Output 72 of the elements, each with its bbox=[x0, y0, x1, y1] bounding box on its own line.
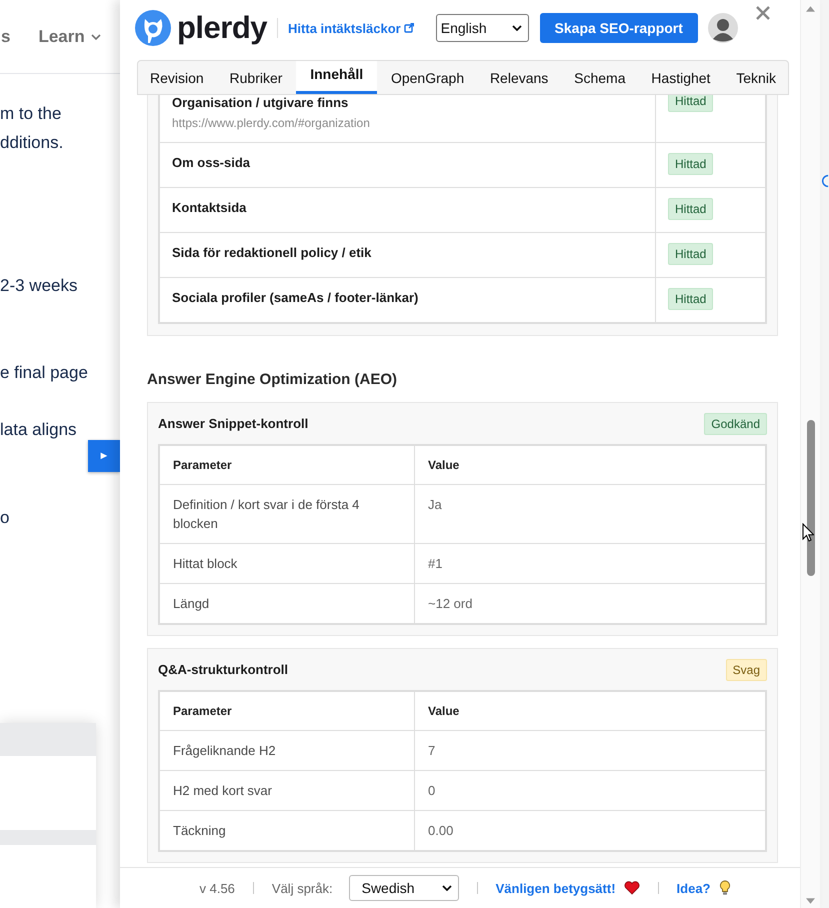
page-text: lata aligns bbox=[0, 419, 78, 441]
tab[interactable]: OpenGraph bbox=[378, 61, 476, 94]
scroll-up-icon[interactable] bbox=[806, 6, 815, 12]
language-select[interactable]: Swedish bbox=[348, 875, 459, 901]
status-badge: Hittad bbox=[668, 288, 714, 310]
lightbulb-icon bbox=[718, 880, 730, 896]
card-title: Q&A-strukturkontroll bbox=[158, 662, 288, 677]
logo-text: plerdy bbox=[177, 10, 268, 46]
expand-button[interactable]: ► bbox=[88, 440, 120, 472]
table-cell: Definition / kort svar i de första 4 blocken bbox=[160, 485, 415, 543]
language-select[interactable]: English bbox=[436, 14, 529, 42]
tab[interactable]: Schema bbox=[562, 61, 638, 94]
column-header: Parameter bbox=[160, 692, 415, 730]
heart-icon bbox=[624, 881, 640, 895]
chevron-down-icon bbox=[90, 34, 101, 40]
tab[interactable]: Revision bbox=[138, 61, 216, 94]
tab[interactable]: Innehåll bbox=[296, 61, 378, 94]
tab[interactable]: Hastighet bbox=[639, 61, 722, 94]
arc-icon bbox=[820, 173, 829, 189]
language-label: Välj språk: bbox=[272, 880, 333, 896]
page-text: e final page bbox=[0, 362, 89, 384]
revenue-leaks-link[interactable]: Hitta intäktsläckor bbox=[288, 20, 414, 36]
check-label: Om oss-sida bbox=[172, 155, 252, 170]
check-label: Sida för redaktionell policy / etik bbox=[172, 245, 372, 260]
rate-link[interactable]: Vänligen betygsätt! bbox=[496, 880, 616, 896]
version-text: v 4.56 bbox=[199, 880, 235, 896]
status-badge: Hittad bbox=[668, 153, 714, 175]
page-text: 2-3 weeks bbox=[0, 275, 78, 297]
table-cell: Hittat block bbox=[160, 544, 415, 583]
table-cell-text: #1 bbox=[427, 555, 444, 573]
tab[interactable]: Relevans bbox=[478, 61, 560, 94]
check-label: Sociala profiler (sameAs / footer-länkar) bbox=[172, 290, 420, 305]
column-header: Parameter bbox=[160, 446, 415, 484]
owl-logo-icon bbox=[135, 10, 171, 46]
table-cell-text: ~12 ord bbox=[427, 595, 474, 613]
table-cell-text: 0 bbox=[427, 782, 436, 800]
table-cell: Täckning bbox=[160, 811, 415, 850]
close-icon[interactable] bbox=[756, 6, 770, 20]
check-label: Organisation / utgivare finns bbox=[172, 95, 350, 110]
scroll-down-icon[interactable] bbox=[806, 898, 815, 904]
table-cell-text: Ja bbox=[427, 496, 443, 514]
page-text: m to the bbox=[0, 103, 62, 125]
status-badge: Hittad bbox=[668, 198, 714, 220]
tab[interactable]: Teknik bbox=[724, 61, 788, 94]
column-header: Value bbox=[427, 457, 460, 474]
external-link-icon bbox=[404, 23, 414, 33]
nav-menu-item[interactable]: s bbox=[1, 26, 10, 46]
table-cell: Längd bbox=[160, 584, 415, 623]
table-cell-text: 0.00 bbox=[427, 822, 454, 840]
card-title: Answer Snippet-kontroll bbox=[158, 416, 308, 431]
status-badge: Hittad bbox=[668, 243, 714, 265]
mouse-cursor-icon bbox=[802, 523, 814, 542]
avatar-icon[interactable] bbox=[708, 13, 738, 43]
table-cell-text: 7 bbox=[427, 742, 436, 760]
tab[interactable]: Rubriker bbox=[218, 61, 294, 94]
create-report-button[interactable]: Skapa SEO-rapport bbox=[540, 13, 698, 43]
section-title: Answer Engine Optimization (AEO) bbox=[147, 370, 398, 390]
nav-menu-item[interactable]: Learn bbox=[38, 26, 101, 46]
check-url: https://www.plerdy.com/#organization bbox=[172, 116, 371, 130]
status-badge: Hittad bbox=[668, 95, 714, 112]
column-header: Value bbox=[427, 703, 460, 720]
page-text: dditions. bbox=[0, 132, 64, 154]
status-badge: Godkänd bbox=[704, 412, 767, 434]
chevron-down-icon bbox=[512, 25, 522, 31]
status-badge: Svag bbox=[726, 658, 767, 680]
scrollbar-thumb[interactable] bbox=[806, 420, 814, 576]
check-label: Kontaktsida bbox=[172, 200, 248, 215]
chevron-down-icon bbox=[442, 885, 452, 891]
table-cell: H2 med kort svar bbox=[160, 771, 415, 810]
idea-link[interactable]: Idea? bbox=[676, 880, 710, 896]
page-text: o bbox=[0, 507, 10, 529]
table-cell: Frågeliknande H2 bbox=[160, 731, 415, 770]
